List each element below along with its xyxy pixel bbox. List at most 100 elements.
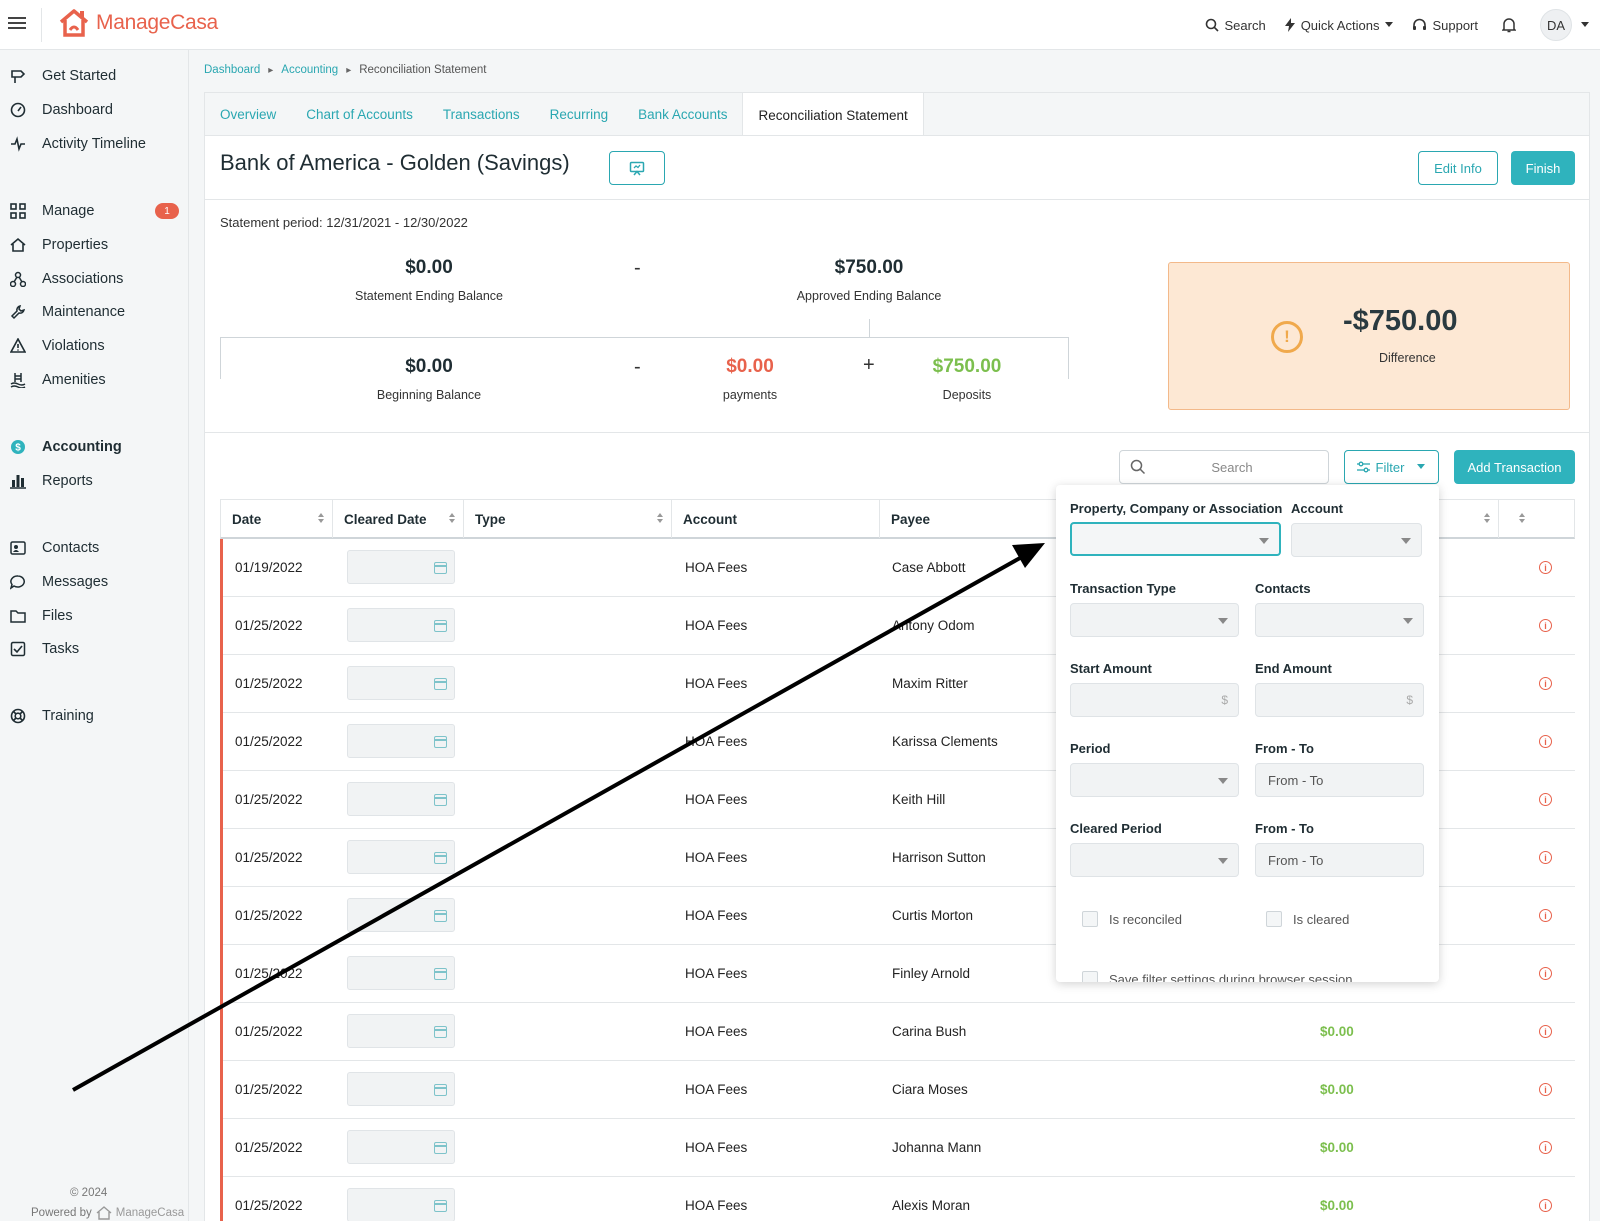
tab-overview[interactable]: Overview (205, 93, 291, 136)
is-cleared-checkbox[interactable]: Is cleared (1266, 911, 1349, 927)
sidebar-item-label: Maintenance (42, 304, 126, 320)
avatar[interactable]: DA (1540, 9, 1572, 41)
sidebar-item-dashboard[interactable]: Dashboard (0, 96, 189, 124)
cell-date: 01/25/2022 (235, 850, 303, 865)
filter-dropdown-panel: Property, Company or Association Account… (1056, 485, 1439, 982)
table-row[interactable]: 01/25/2022 HOA Fees Alexis Moran $0.00 i (220, 1177, 1575, 1221)
sidebar-item-contacts[interactable]: Contacts (0, 534, 189, 562)
sidebar-item-accounting[interactable]: $ Accounting (0, 433, 189, 461)
sidebar-item-activity-timeline[interactable]: Activity Timeline (0, 130, 189, 158)
save-filter-settings-checkbox[interactable]: Save filter settings during browser sess… (1082, 971, 1353, 982)
transaction-type-select[interactable] (1070, 603, 1239, 637)
logo[interactable]: ManageCasa (58, 8, 218, 38)
tab-bank-accounts[interactable]: Bank Accounts (623, 93, 742, 136)
unreconciled-indicator (220, 1061, 223, 1119)
is-reconciled-checkbox[interactable]: Is reconciled (1082, 911, 1182, 927)
breadcrumb-accounting[interactable]: Accounting (281, 64, 338, 76)
search-button[interactable]: Search (1205, 18, 1266, 33)
sidebar-item-maintenance[interactable]: Maintenance (0, 298, 189, 326)
column-header-date[interactable]: Date (221, 500, 333, 538)
tab-chart-of-accounts[interactable]: Chart of Accounts (291, 93, 428, 136)
info-icon[interactable]: i (1539, 619, 1552, 632)
info-icon[interactable]: i (1539, 1025, 1552, 1038)
table-row[interactable]: 01/25/2022 HOA Fees Carina Bush $0.00 i (220, 1003, 1575, 1061)
period-date-range-input[interactable]: From - To (1255, 763, 1424, 797)
cleared-period-select[interactable] (1070, 843, 1239, 877)
checkbox[interactable] (1082, 971, 1098, 982)
search-input[interactable]: Search (1119, 450, 1329, 484)
presentation-button[interactable] (609, 151, 665, 185)
chevron-right-icon: ▸ (268, 64, 274, 76)
filter-button[interactable]: Filter (1344, 450, 1439, 484)
save-filter-settings-label: Save filter settings during browser sess… (1109, 971, 1353, 983)
sidebar-item-properties[interactable]: Properties (0, 231, 189, 259)
cleared-date-input[interactable] (347, 1130, 455, 1164)
exclamation-icon: ! (1271, 321, 1303, 353)
breadcrumb-dashboard[interactable]: Dashboard (204, 64, 260, 76)
info-icon[interactable]: i (1539, 1141, 1552, 1154)
sidebar-item-label: Files (42, 608, 73, 624)
tab-transactions[interactable]: Transactions (428, 93, 535, 136)
sidebar-item-files[interactable]: Files (0, 602, 189, 630)
user-menu-caret-icon[interactable] (1580, 22, 1590, 28)
column-header-actions[interactable] (1499, 500, 1574, 538)
tab-reconciliation-statement[interactable]: Reconciliation Statement (742, 93, 924, 137)
sidebar-item-violations[interactable]: Violations (0, 332, 189, 360)
info-icon[interactable]: i (1539, 909, 1552, 922)
finish-button[interactable]: Finish (1511, 151, 1575, 185)
cleared-date-input[interactable] (347, 608, 455, 642)
cleared-date-input[interactable] (347, 550, 455, 584)
cleared-date-input[interactable] (347, 666, 455, 700)
notifications-button[interactable] (1502, 17, 1516, 33)
sidebar-item-training[interactable]: Training (0, 702, 189, 730)
sidebar-item-amenities[interactable]: Amenities (0, 366, 189, 394)
info-icon[interactable]: i (1539, 967, 1552, 980)
menu-icon[interactable] (8, 14, 26, 32)
support-button[interactable]: Support (1412, 18, 1478, 33)
period-select[interactable] (1070, 763, 1239, 797)
start-amount-input[interactable]: $ (1070, 683, 1239, 717)
sidebar-item-reports[interactable]: Reports (0, 467, 189, 495)
cleared-date-input[interactable] (347, 1014, 455, 1048)
column-header-cleared-date[interactable]: Cleared Date (333, 500, 464, 538)
plus-operator: + (863, 354, 875, 376)
checkbox[interactable] (1082, 911, 1098, 927)
checkbox[interactable] (1266, 911, 1282, 927)
cleared-date-input[interactable] (347, 1188, 455, 1221)
info-icon[interactable]: i (1539, 1199, 1552, 1212)
sidebar-item-tasks[interactable]: Tasks (0, 635, 189, 663)
tab-recurring[interactable]: Recurring (535, 93, 624, 136)
sidebar-item-manage[interactable]: Manage 1 (0, 197, 189, 225)
cleared-date-input[interactable] (347, 782, 455, 816)
deposits-label: Deposits (942, 388, 992, 402)
sort-icon (1519, 513, 1525, 523)
cleared-date-input[interactable] (347, 724, 455, 758)
column-header-type[interactable]: Type (464, 500, 672, 538)
info-icon[interactable]: i (1539, 677, 1552, 690)
end-amount-input[interactable]: $ (1255, 683, 1424, 717)
edit-info-button[interactable]: Edit Info (1418, 151, 1498, 185)
cleared-date-range-input[interactable]: From - To (1255, 843, 1424, 877)
cleared-date-input[interactable] (347, 956, 455, 990)
column-header-account[interactable]: Account (672, 500, 880, 538)
info-icon[interactable]: i (1539, 561, 1552, 574)
info-icon[interactable]: i (1539, 1083, 1552, 1096)
info-icon[interactable]: i (1539, 851, 1552, 864)
contacts-select[interactable] (1255, 603, 1424, 637)
table-row[interactable]: 01/25/2022 HOA Fees Johanna Mann $0.00 i (220, 1119, 1575, 1177)
cleared-date-input[interactable] (347, 898, 455, 932)
account-select[interactable] (1291, 523, 1422, 557)
sidebar-item-label: Amenities (42, 372, 106, 388)
info-icon[interactable]: i (1539, 793, 1552, 806)
sidebar-item-get-started[interactable]: Get Started (0, 62, 189, 90)
info-icon[interactable]: i (1539, 735, 1552, 748)
add-transaction-button[interactable]: Add Transaction (1454, 450, 1575, 484)
cleared-date-input[interactable] (347, 840, 455, 874)
quick-actions-button[interactable]: Quick Actions (1284, 18, 1395, 33)
sidebar-item-associations[interactable]: Associations (0, 265, 189, 293)
table-row[interactable]: 01/25/2022 HOA Fees Ciara Moses $0.00 i (220, 1061, 1575, 1119)
sidebar-item-messages[interactable]: Messages (0, 568, 189, 596)
cleared-date-input[interactable] (347, 1072, 455, 1106)
property-select[interactable] (1070, 522, 1281, 556)
dollar-sign: $ (1406, 693, 1413, 707)
